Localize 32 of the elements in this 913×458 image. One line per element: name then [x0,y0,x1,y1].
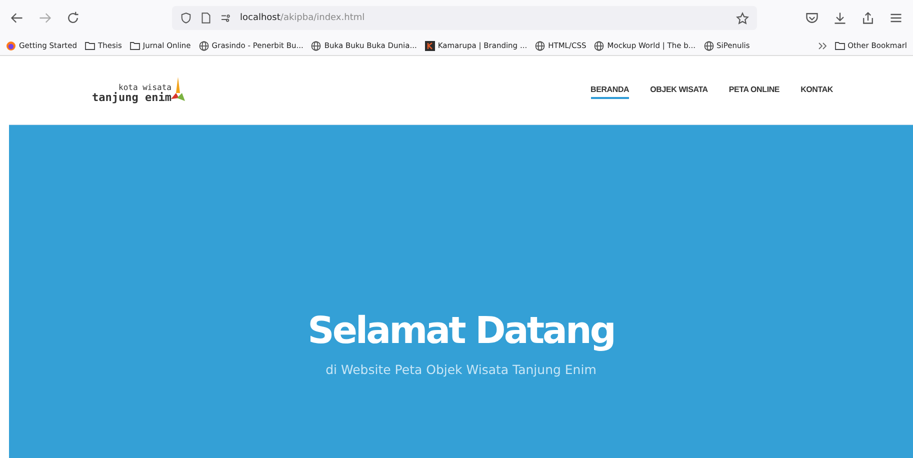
globe-icon [311,40,322,50]
url-text: localhost/akipba/index.html [240,13,365,23]
globe-icon [535,40,546,50]
globe-icon [198,40,209,50]
nav-link[interactable]: BERANDA [590,82,630,98]
folder-icon [85,41,95,50]
menu-icon[interactable] [889,11,903,25]
pocket-icon[interactable] [805,11,819,25]
k-logo-icon [424,40,435,50]
tower-icon [171,77,186,103]
nav-link[interactable]: KONTAK [800,82,833,98]
folder-icon [834,41,845,50]
permissions-icon[interactable] [220,12,232,24]
globe-icon [594,40,604,50]
reload-icon[interactable] [66,11,80,25]
hero-subtitle: di Website Peta Objek Wisata Tanjung Enim [326,362,596,377]
nav-link[interactable]: OBJEK WISATA [650,82,708,98]
logo-tagline: kota wisata [118,84,172,92]
firefox-icon [6,40,16,50]
page-icon[interactable] [200,12,212,24]
hero-title: Selamat Datang [308,309,614,352]
folder-icon [130,41,140,50]
nav-link[interactable]: PETA ONLINE [728,82,780,98]
logo-text: tanjung enim [92,92,172,103]
share-icon[interactable] [861,11,875,25]
back-icon[interactable] [10,11,24,25]
shield-icon[interactable] [180,12,192,24]
globe-icon [704,40,714,50]
address-bar[interactable]: localhost/akipba/index.html [172,6,757,30]
download-icon[interactable] [833,11,847,25]
star-icon[interactable] [736,12,749,24]
chevron-icon[interactable] [818,42,827,50]
